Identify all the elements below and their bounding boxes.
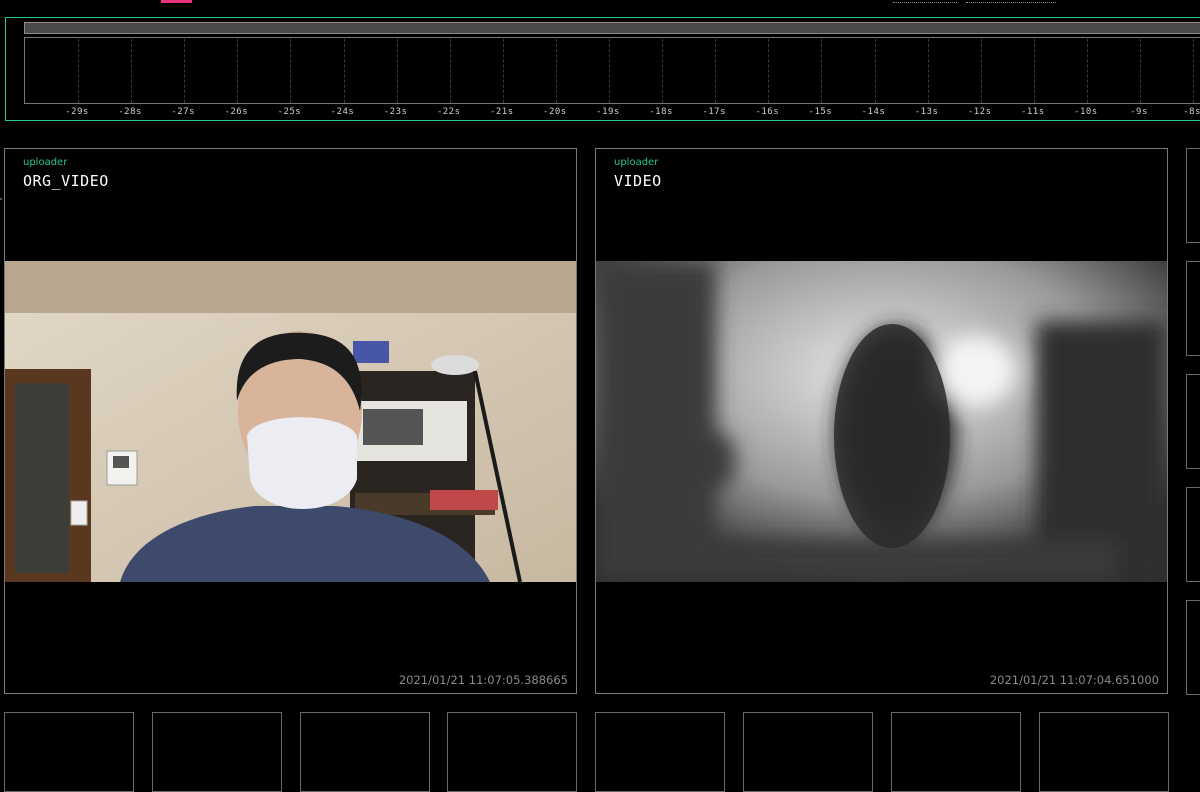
thumbnail-card[interactable] [4,712,134,792]
partial-card[interactable] [1186,487,1200,582]
video-card-depth[interactable]: uploader VIDEO 2021/01/21 11:07:04.65100… [595,148,1168,694]
timeline-gridline [1193,39,1195,103]
card-title: ORG_VIDEO [23,172,109,190]
timeline-gridline [609,39,610,103]
timeline-tick-label: -27s [171,107,196,117]
card-title: VIDEO [614,172,662,190]
timeline-gridline [555,39,557,103]
timeline-gridline [78,39,79,103]
timeline-tick-label: -14s [861,107,886,117]
thumbnail-card[interactable] [595,712,725,792]
timeline-tick-label: -10s [1074,107,1098,117]
camera-image [5,261,576,582]
partial-card[interactable] [1186,374,1200,469]
timeline-gridline [768,39,770,103]
timeline-tick-label: -26s [224,107,249,117]
top-dotted-divider [966,2,1056,3]
timeline-tick-label: -12s [967,107,992,117]
timeline-gridline [237,39,239,103]
partial-card[interactable] [1186,148,1200,243]
timeline-gridline [927,39,929,103]
edge-marker [0,198,2,200]
timeline-gridline [449,39,451,103]
timeline-gridline [1140,39,1141,103]
depth-image [596,261,1167,582]
timeline-tick-label: -23s [383,107,408,117]
timeline-tick-label: -13s [914,107,939,117]
timeline-tick-label: -11s [1020,107,1045,117]
timeline-gridline [131,39,133,103]
timeline-tick-label: -28s [118,107,142,117]
timeline-panel: -29s -28s -27s -26s -25s -24s -23s -22s -21s -20s… [5,17,1200,121]
timeline-tick-label: -15s [808,107,833,117]
video-card-org[interactable]: uploader ORG_VIDEO 2021/01/21 11:07:05.3… [4,148,577,694]
timeline-tick-label: -9s [1130,107,1148,117]
timeline-tick-label: -24s [330,107,355,117]
timeline-gridline [184,39,186,103]
thumbnail-card[interactable] [447,712,577,792]
thumbnail-card[interactable] [743,712,873,792]
timeline-track[interactable] [24,37,1200,104]
timeline-tick-label: -22s [436,107,461,117]
frame-timestamp: 2021/01/21 11:07:05.388665 [398,673,568,687]
timeline-tick-label: -19s [596,107,620,117]
timeline-gridline [1033,39,1035,103]
active-tab-indicator[interactable] [161,0,192,3]
timeline-gridline [502,39,504,103]
timeline-tick-label: -21s [489,107,514,117]
timeline-gridline [290,39,292,103]
top-dotted-divider [893,2,957,3]
timeline-gridline [821,39,823,103]
timeline-tick-label: -18s [649,107,673,117]
card-subtitle: uploader [614,157,659,168]
partial-card[interactable] [1186,261,1200,356]
timeline-gridline [396,39,398,103]
timeline-gridline [662,39,664,103]
timeline-gridline [1086,39,1088,103]
timeline-tick-label: -29s [65,107,89,117]
card-subtitle: uploader [23,157,68,168]
frame-timestamp: 2021/01/21 11:07:04.651000 [989,673,1159,687]
timeline-gridline [874,39,876,103]
timeline-tick-label: -20s [543,107,567,117]
thumbnail-card[interactable] [891,712,1021,792]
thumbnail-card[interactable] [300,712,430,792]
thumbnail-card[interactable] [152,712,282,792]
timeline-gridline [343,39,345,103]
timeline-tick-label: -25s [277,107,302,117]
timeline-tick-label: -8s [1183,107,1200,117]
timeline-gridline [980,39,982,103]
partial-card[interactable] [1186,600,1200,695]
timeline-scrollbar[interactable] [24,22,1200,34]
timeline-gridline [715,39,717,103]
top-bar [0,0,1200,16]
timeline-tick-label: -16s [755,107,780,117]
thumbnail-card[interactable] [1039,712,1169,792]
timeline-tick-label: -17s [702,107,727,117]
camera-video-frame [5,261,576,582]
depth-video-frame [596,261,1167,582]
